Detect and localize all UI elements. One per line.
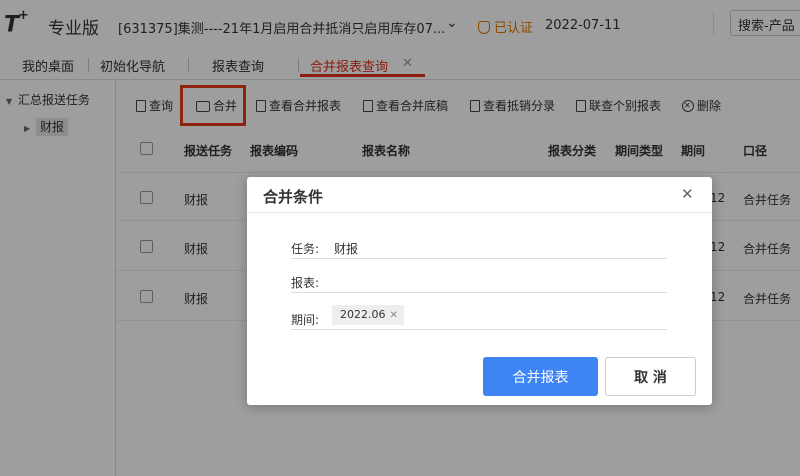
dialog-title: 合并条件 bbox=[263, 188, 324, 206]
period-tag[interactable]: 2022.06 ✕ bbox=[332, 305, 404, 325]
task-field[interactable]: 财报 bbox=[334, 240, 358, 257]
task-field-underline bbox=[291, 258, 667, 259]
task-label: 任务: bbox=[291, 242, 320, 256]
dialog-title-divider bbox=[247, 212, 712, 213]
report-label: 报表: bbox=[291, 276, 320, 290]
tag-remove-icon[interactable]: ✕ bbox=[390, 310, 398, 321]
merge-conditions-dialog: 合并条件 ✕ 任务: 财报 报表: 期间: 2022.06 ✕ 合并报表 取 消 bbox=[247, 177, 712, 405]
period-field-underline bbox=[291, 329, 667, 330]
merge-report-button[interactable]: 合并报表 bbox=[483, 357, 598, 396]
close-icon[interactable]: ✕ bbox=[681, 185, 694, 203]
period-label: 期间: bbox=[291, 313, 320, 327]
report-field-underline bbox=[291, 292, 667, 293]
cancel-button[interactable]: 取 消 bbox=[605, 357, 696, 396]
